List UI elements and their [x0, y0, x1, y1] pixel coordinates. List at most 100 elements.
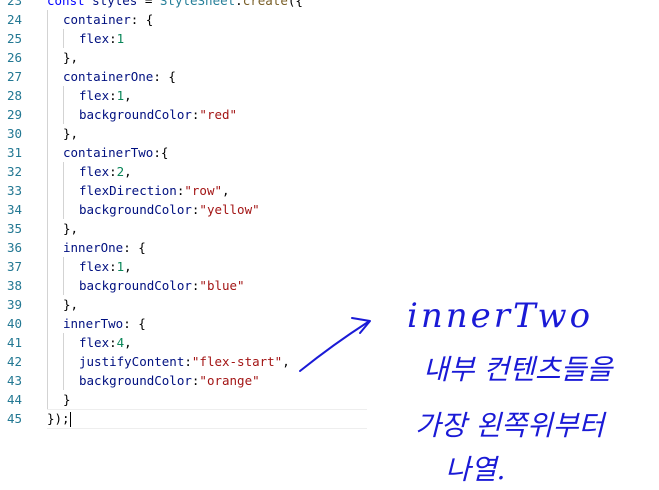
code-text: }, [47, 219, 78, 238]
line-number: 31 [6, 145, 22, 160]
code-token: backgroundColor [79, 107, 192, 122]
code-token: }); [47, 411, 70, 426]
code-line[interactable]: 33 flexDirection:"row", [0, 181, 659, 200]
line-number: 42 [6, 354, 22, 369]
code-token: "flex-start" [191, 354, 283, 369]
handwritten-note: innerTwo 내부 컨텐츠들을 가장 왼쪽위부터 나열. [405, 296, 659, 490]
code-token: 1 [116, 31, 125, 46]
line-number: 26 [6, 50, 22, 65]
code-text: backgroundColor:"blue" [47, 276, 245, 295]
code-text: flex:1, [47, 257, 132, 276]
code-text: containerOne: { [47, 67, 176, 86]
code-token: : [109, 31, 117, 46]
code-line[interactable]: 29 backgroundColor:"red" [0, 105, 659, 124]
code-token: , [282, 354, 290, 369]
line-number: 25 [6, 31, 22, 46]
code-line[interactable]: 37 flex:1, [0, 257, 659, 276]
line-number: 27 [6, 69, 22, 84]
code-token: backgroundColor [79, 278, 192, 293]
code-token: :{ [153, 145, 169, 160]
line-number: 38 [6, 278, 22, 293]
code-token: , [222, 183, 230, 198]
code-line[interactable]: 26}, [0, 48, 659, 67]
code-token: } [63, 392, 71, 407]
code-token: StyleSheet [159, 0, 236, 8]
code-token: container [63, 12, 131, 27]
code-text: flex:4, [47, 333, 132, 352]
line-number: 43 [6, 373, 22, 388]
code-token: styles [92, 0, 138, 8]
code-token: innerTwo [63, 316, 124, 331]
note-line-1: innerTwo [407, 296, 594, 336]
code-token: flex [79, 31, 110, 46]
code-token: = [137, 0, 160, 8]
code-line[interactable]: 25 flex:1 [0, 29, 659, 48]
code-token: backgroundColor [79, 202, 192, 217]
code-token: create [242, 0, 288, 8]
code-token: }, [63, 126, 79, 141]
current-line-highlight [47, 409, 367, 429]
note-line-4: 나열. [445, 453, 506, 486]
code-line[interactable]: 27 containerOne: { [0, 67, 659, 86]
code-token: }, [63, 297, 79, 312]
code-text: flex:1, [47, 86, 132, 105]
line-number: 29 [6, 107, 22, 122]
note-line-2: 내부 컨텐츠들을 [423, 353, 613, 386]
code-line[interactable]: 24 container: { [0, 10, 659, 29]
code-token: flexDirection [79, 183, 177, 198]
code-token: flex [79, 88, 110, 103]
code-line[interactable]: 34 backgroundColor:"yellow" [0, 200, 659, 219]
code-token: "red" [199, 107, 238, 122]
code-token: , [124, 259, 132, 274]
code-token: : { [153, 69, 176, 84]
code-token: : { [123, 240, 146, 255]
code-line[interactable]: 23 const styles = StyleSheet.create({ [0, 0, 659, 10]
code-token: : [109, 164, 117, 179]
code-token: , [124, 164, 132, 179]
line-number: 30 [6, 126, 22, 141]
code-text: backgroundColor:"orange" [47, 371, 260, 390]
code-token: ({ [287, 0, 303, 8]
code-text: flexDirection:"row", [47, 181, 230, 200]
code-text: }, [47, 48, 78, 67]
line-number: 41 [6, 335, 22, 350]
code-token: "yellow" [199, 202, 260, 217]
line-number: 45 [6, 411, 22, 426]
code-token: flex [79, 335, 110, 350]
code-token: containerTwo [63, 145, 154, 160]
code-text: container: { [47, 10, 153, 29]
code-token: backgroundColor [79, 373, 192, 388]
code-token: , [124, 335, 132, 350]
code-line[interactable]: 38 backgroundColor:"blue" [0, 276, 659, 295]
code-token: innerOne [63, 240, 124, 255]
code-token: : { [123, 316, 146, 331]
code-text: flex:1 [47, 29, 124, 48]
code-token: "row" [184, 183, 223, 198]
line-number: 34 [6, 202, 22, 217]
code-text: flex:2, [47, 162, 132, 181]
code-line[interactable]: 32 flex:2, [0, 162, 659, 181]
line-number: 24 [6, 12, 22, 27]
code-line[interactable]: 36 innerOne: { [0, 238, 659, 257]
code-token: justifyContent [79, 354, 185, 369]
line-number: 37 [6, 259, 22, 274]
code-token: : [109, 335, 117, 350]
code-token: }, [63, 50, 79, 65]
line-number: 32 [6, 164, 22, 179]
line-number: 33 [6, 183, 22, 198]
line-number: 36 [6, 240, 22, 255]
code-token: flex [79, 259, 110, 274]
code-token: : [109, 88, 117, 103]
line-number: 28 [6, 88, 22, 103]
code-line[interactable]: 28 flex:1, [0, 86, 659, 105]
text-cursor [69, 412, 71, 427]
code-token: flex [79, 164, 110, 179]
code-line[interactable]: 30}, [0, 124, 659, 143]
line-number: 35 [6, 221, 22, 236]
code-line[interactable]: 31 containerTwo:{ [0, 143, 659, 162]
code-text: justifyContent:"flex-start", [47, 352, 290, 371]
code-line[interactable]: 35}, [0, 219, 659, 238]
code-token: : [109, 259, 117, 274]
code-token: const [47, 0, 85, 8]
code-token: }, [63, 221, 79, 236]
